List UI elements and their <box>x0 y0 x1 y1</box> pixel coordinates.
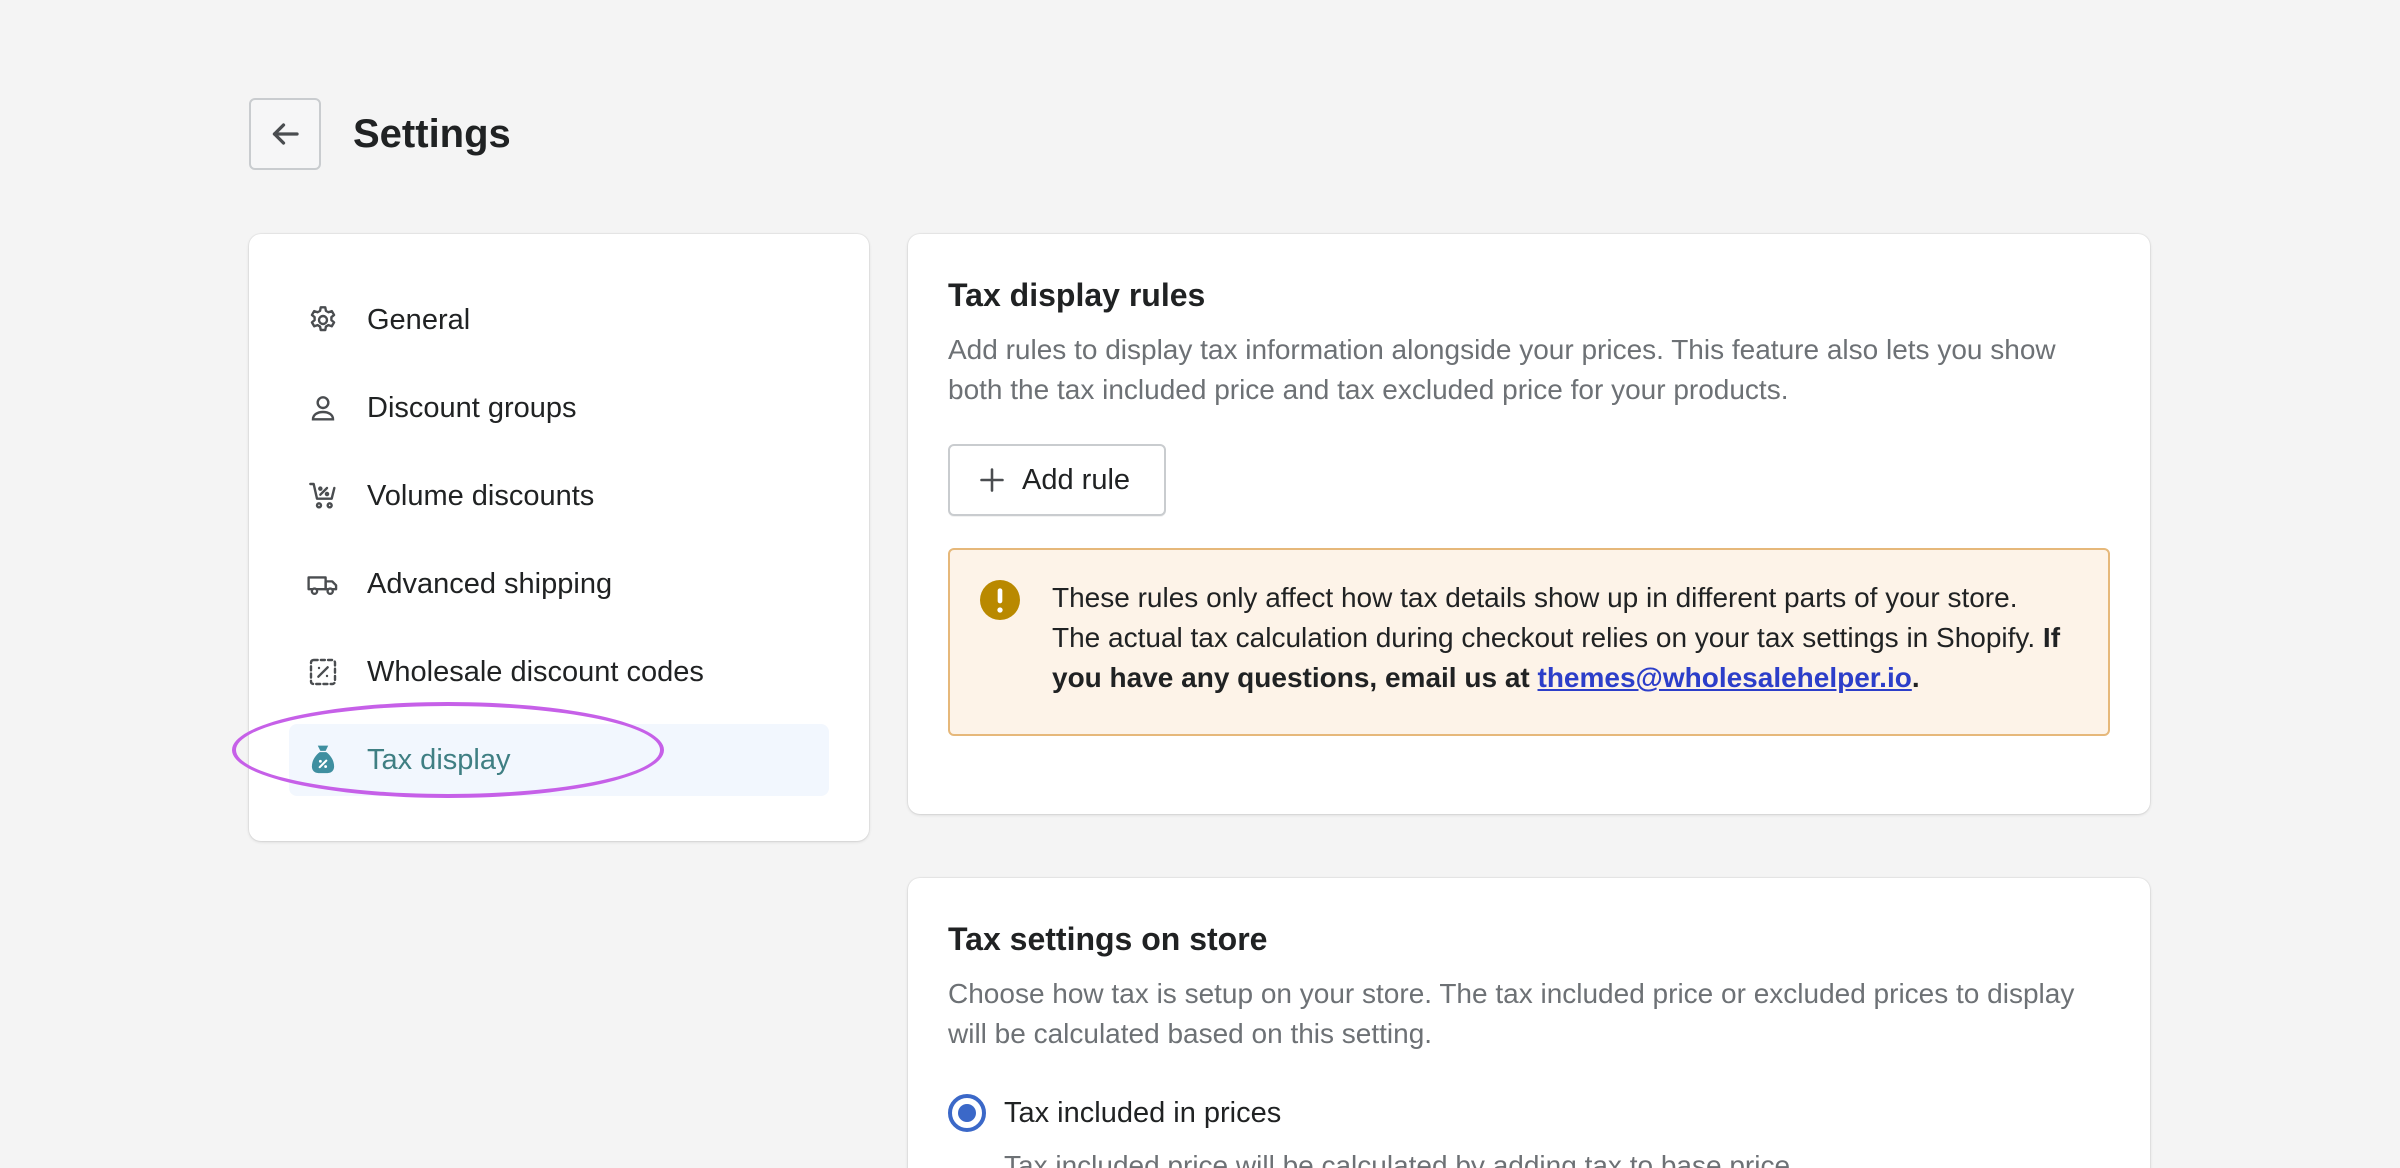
radio-label: Tax included in prices <box>1004 1096 1282 1129</box>
arrow-left-icon <box>272 123 299 145</box>
sidebar-item-label: Advanced shipping <box>367 567 613 600</box>
sidebar-item-label: Discount groups <box>367 391 577 424</box>
radio-help-text: Tax included price will be calculated by… <box>1004 1150 1798 1168</box>
back-button[interactable] <box>249 98 321 170</box>
card-description: Add rules to display tax information alo… <box>948 334 2056 405</box>
gear-icon <box>303 300 343 340</box>
sidebar-item-general[interactable]: General <box>289 284 829 356</box>
tax-bag-icon <box>303 740 343 780</box>
add-rule-label: Add rule <box>1022 463 1131 496</box>
truck-icon <box>303 564 343 604</box>
tax-included-radio[interactable] <box>948 1094 986 1132</box>
tax-included-option[interactable]: Tax included in prices <box>948 1094 2110 1132</box>
sidebar-item-volume-discounts[interactable]: Volume discounts <box>289 460 829 532</box>
person-icon <box>303 388 343 428</box>
radio-selected-dot <box>958 1104 976 1122</box>
card-description: Choose how tax is setup on your store. T… <box>948 978 2075 1049</box>
sidebar-item-tax-display[interactable]: Tax display <box>289 724 829 796</box>
page-title: Settings <box>353 112 511 156</box>
sidebar-item-wholesale-discount-codes[interactable]: Wholesale discount codes <box>289 636 829 708</box>
sidebar-item-label: General <box>367 303 471 336</box>
card-title: Tax display rules <box>948 277 1206 313</box>
sidebar-item-label: Volume discounts <box>367 479 595 512</box>
banner-end: . <box>1911 662 1920 693</box>
settings-sidebar: General Discount groups Volume discounts <box>249 234 869 841</box>
sidebar-item-discount-groups[interactable]: Discount groups <box>289 372 829 444</box>
support-email-link[interactable]: themes@wholesalehelper.io <box>1538 662 1912 693</box>
add-rule-button[interactable]: Add rule <box>948 444 1166 516</box>
sidebar-item-advanced-shipping[interactable]: Advanced shipping <box>289 548 829 620</box>
warning-icon <box>980 580 1020 620</box>
tax-display-rules-card: Tax display rules Add rules to display t… <box>908 234 2150 814</box>
plus-icon <box>980 468 1004 492</box>
banner-text: These rules only affect how tax details … <box>1052 582 2036 653</box>
discount-code-icon <box>303 652 343 692</box>
info-banner: These rules only affect how tax details … <box>948 548 2110 736</box>
tax-settings-card: Tax settings on store Choose how tax is … <box>908 878 2150 1168</box>
sidebar-item-label: Wholesale discount codes <box>367 655 704 688</box>
sidebar-item-label: Tax display <box>367 743 511 776</box>
page: Settings General Discount groups Volume … <box>0 0 2400 1168</box>
card-title: Tax settings on store <box>948 921 1268 957</box>
cart-discount-icon <box>303 476 343 516</box>
